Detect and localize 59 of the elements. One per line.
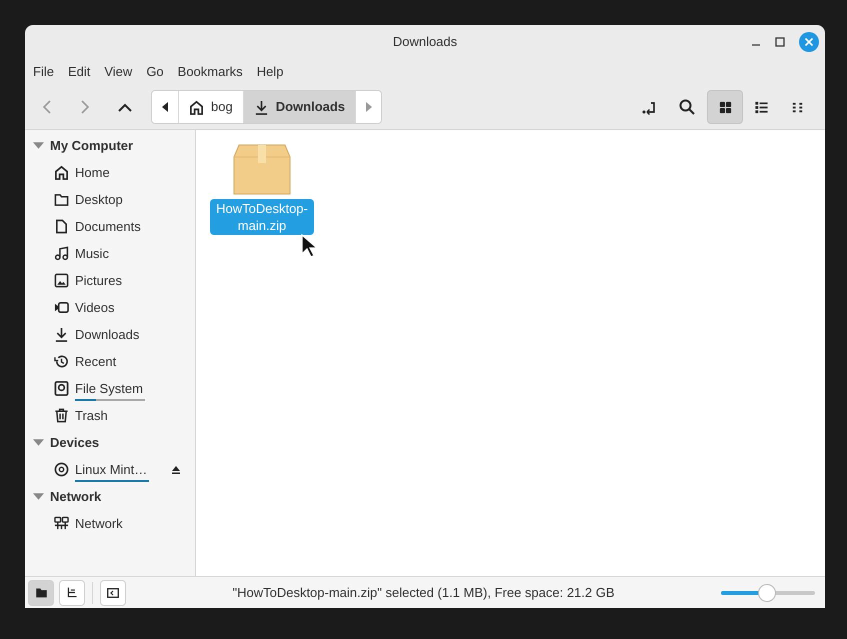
sidebar-item[interactable]: Pictures (25, 267, 195, 294)
menu-item[interactable]: Edit (62, 60, 96, 84)
search-icon[interactable] (679, 99, 695, 115)
sidebar-item[interactable]: Music (25, 240, 195, 267)
menu-item[interactable]: Bookmarks (172, 60, 249, 84)
menu-item[interactable]: Help (250, 60, 290, 84)
zoom-slider[interactable] (721, 584, 815, 602)
download-icon (254, 100, 269, 114)
close-icon[interactable] (799, 32, 819, 52)
grid-view-icon (718, 100, 732, 114)
history-icon (54, 354, 69, 369)
sidebar-item[interactable]: File System (25, 375, 195, 402)
expanded-triangle-icon[interactable] (33, 437, 44, 448)
music-note-icon (54, 246, 69, 261)
section-heading: Network (50, 488, 102, 506)
menu-item[interactable]: Go (140, 60, 170, 84)
picture-icon (54, 273, 69, 288)
maximize-icon[interactable] (775, 37, 785, 47)
right-triangle-icon (366, 102, 372, 112)
slider-thumb[interactable] (758, 584, 776, 602)
home-icon (189, 100, 204, 114)
tree-icon (66, 586, 78, 599)
menu-item[interactable]: View (98, 60, 138, 84)
location-toggle-icon[interactable] (641, 99, 657, 115)
expanded-triangle-icon[interactable] (33, 491, 44, 502)
status-text: "HowToDesktop-main.zip" selected (1.1 MB), Free space: 21.2 GB (231, 584, 616, 602)
section-heading: My Computer (50, 136, 134, 155)
video-camera-icon (54, 300, 69, 315)
folder-icon (34, 586, 48, 599)
sidebar-toggle-button[interactable] (100, 580, 126, 606)
menu-item[interactable]: File (27, 60, 60, 84)
disc-icon (54, 462, 69, 477)
breadcrumb-button[interactable]: Downloads (244, 91, 356, 123)
document-icon (54, 219, 69, 234)
sidebar-item[interactable]: Downloads (25, 321, 195, 348)
left-triangle-icon (162, 102, 168, 112)
eject-icon[interactable] (171, 464, 181, 474)
trash-icon (54, 408, 69, 423)
package-box-icon (233, 144, 291, 196)
section-heading: Devices (50, 434, 100, 452)
sidebar-item[interactable]: Home (25, 159, 195, 186)
view-mode-button[interactable] (707, 90, 743, 124)
list-view-icon (754, 100, 768, 114)
pane-toggle-button[interactable] (28, 580, 54, 606)
sidebar-item[interactable]: Documents (25, 213, 195, 240)
download-icon (54, 327, 69, 342)
sidebar-item[interactable]: Recent (25, 348, 195, 375)
sidebar-item[interactable]: Videos (25, 294, 195, 321)
pane-toggle-button[interactable] (59, 580, 85, 606)
sidebar-item[interactable]: Network (25, 510, 195, 537)
sidebar-item[interactable]: Trash (25, 402, 195, 429)
network-icon (54, 516, 69, 531)
folder-icon (54, 192, 69, 207)
window-title: Downloads (392, 33, 458, 52)
sidebar-toggle-icon (107, 588, 119, 598)
sidebar-item[interactable]: Desktop (25, 186, 195, 213)
expanded-triangle-icon[interactable] (33, 140, 44, 151)
home-icon (54, 165, 69, 180)
sidebar-item[interactable]: Linux Mint… (25, 456, 195, 483)
